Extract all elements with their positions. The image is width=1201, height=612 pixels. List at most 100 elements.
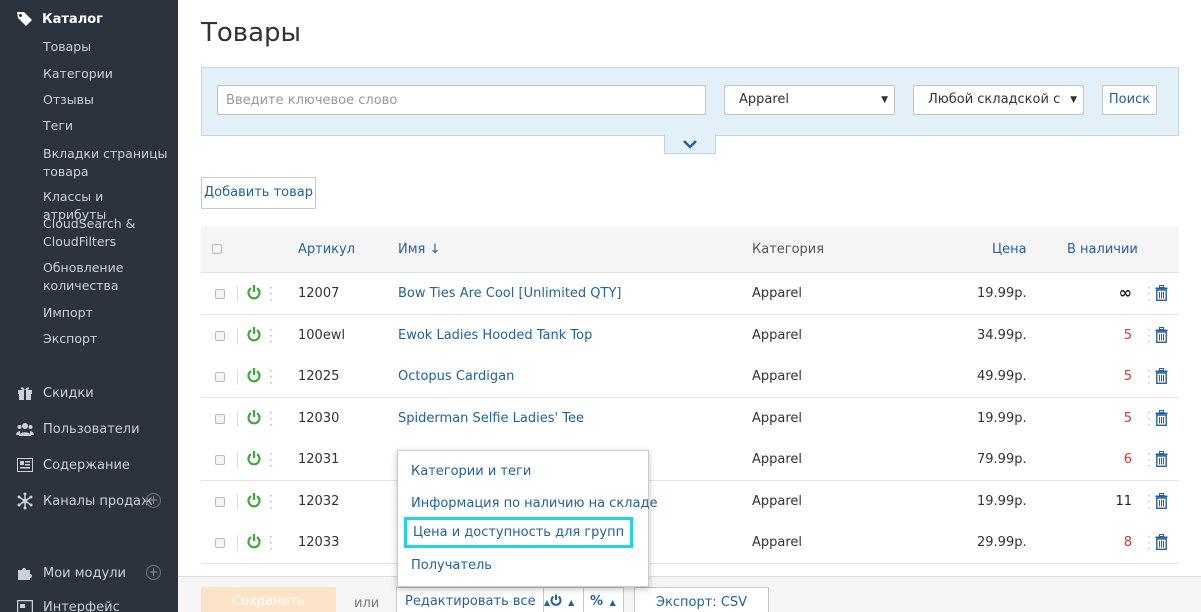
add-module-icon[interactable]: + [146,565,161,580]
stock-cell[interactable]: ∞ [1092,283,1132,302]
edit-all-button[interactable]: Редактировать все ▲ [405,588,550,612]
keyword-search-input[interactable] [217,85,706,115]
row-checkbox[interactable] [215,455,225,465]
sidebar-item-import[interactable]: Импорт [43,304,168,322]
column-sku[interactable]: Артикул [298,242,355,257]
price-cell[interactable]: 49.99р. [977,369,1027,384]
column-price[interactable]: Цена [992,242,1027,257]
sidebar-item-interface[interactable]: Интерфейс [16,598,166,612]
stock-cell[interactable]: 5 [1092,369,1132,384]
price-cell[interactable]: 29.99р. [977,535,1027,550]
row-checkbox[interactable] [215,497,225,507]
trash-icon[interactable] [1155,534,1168,550]
category-filter-value: Apparel [739,92,790,107]
sidebar-item-my-modules[interactable]: Мои модули [16,564,166,582]
save-button[interactable]: Сохранить [201,587,336,612]
sidebar-item-sales-channels[interactable]: Каналы продаж [16,492,166,510]
column-stock[interactable]: В наличии [1067,242,1138,257]
power-icon[interactable] [247,533,261,549]
page-title: Товары [201,18,302,48]
power-icon[interactable] [247,492,261,508]
drag-handle-icon[interactable]: · · · [269,365,273,389]
drag-handle-icon[interactable]: · · · [269,490,273,514]
toggle-status-button[interactable]: ▲ [550,588,574,612]
power-icon[interactable] [247,284,261,300]
drag-handle-icon[interactable]: · · · [269,324,273,348]
menu-item-recipient[interactable]: Получатель [411,558,492,573]
stock-cell[interactable]: 11 [1092,494,1132,509]
product-name-link[interactable]: Octopus Cardigan [398,369,514,384]
sidebar-item-users[interactable]: Пользователи [16,420,166,438]
percent-icon: % [590,594,604,609]
category-cell: Apparel [752,452,803,467]
export-csv-button[interactable]: Экспорт: CSV [634,587,769,612]
sidebar-item-reviews[interactable]: Отзывы [43,91,168,109]
drag-handle-icon[interactable]: · · · [269,407,273,431]
sidebar-item-products[interactable]: Товары [43,38,168,56]
sidebar-item-categories[interactable]: Категории [43,65,168,83]
divider [237,411,238,427]
price-cell[interactable]: 19.99р. [977,411,1027,426]
menu-item-categories-tags[interactable]: Категории и теги [411,464,531,479]
row-checkbox[interactable] [215,331,225,341]
drag-handle-icon: · · · [1147,323,1151,349]
category-cell: Apparel [752,535,803,550]
trash-icon[interactable] [1155,493,1168,509]
trash-icon[interactable] [1155,451,1168,467]
drag-handle-icon[interactable]: · · · [269,531,273,555]
power-icon[interactable] [247,367,261,383]
stock-cell[interactable]: 5 [1092,411,1132,426]
sidebar-catalog-label: Каталог [42,11,103,27]
expand-filters-button[interactable] [664,134,716,154]
sidebar-interface-label: Интерфейс [43,599,120,612]
search-button[interactable]: Поиск [1102,85,1157,115]
stock-cell[interactable]: 5 [1092,328,1132,343]
discount-button[interactable]: % ▲ [590,588,616,612]
menu-item-stock-info[interactable]: Информация по наличию на складе [411,496,657,511]
trash-icon[interactable] [1155,368,1168,384]
stock-filter-select[interactable]: Любой складской с ▼ [913,85,1084,115]
puzzle-icon [16,564,34,582]
trash-icon[interactable] [1155,285,1168,301]
table-row: · · · 12032 Apparel 19.99р. 11 · · · [201,481,1179,523]
divider [237,452,238,468]
drag-handle-icon[interactable]: · · · [269,282,273,306]
select-all-checkbox[interactable] [212,244,222,254]
drag-handle-icon: · · · [1147,489,1151,515]
stock-cell[interactable]: 8 [1092,535,1132,550]
price-cell[interactable]: 79.99р. [977,452,1027,467]
column-name[interactable]: Имя ↓ [398,242,440,257]
sidebar-item-cloudsearch[interactable]: CloudSearch & CloudFilters [43,215,168,251]
product-name-link[interactable]: Ewok Ladies Hooded Tank Top [398,328,592,343]
sidebar-content-label: Содержание [43,457,130,473]
sidebar-item-quantity-update[interactable]: Обновление количества [43,259,168,295]
row-checkbox[interactable] [215,538,225,548]
power-icon[interactable] [247,326,261,342]
row-checkbox[interactable] [215,414,225,424]
sidebar-item-export[interactable]: Экспорт [43,330,168,348]
sidebar-item-tags[interactable]: Теги [43,117,168,135]
add-channel-icon[interactable]: + [146,493,161,508]
price-cell[interactable]: 19.99р. [977,494,1027,509]
trash-icon[interactable] [1155,327,1168,343]
row-checkbox[interactable] [215,372,225,382]
table-header: Артикул Имя ↓ Категория Цена В наличии [201,227,1179,273]
row-checkbox[interactable] [215,289,225,299]
power-icon[interactable] [247,409,261,425]
sidebar-catalog-header[interactable]: Каталог [16,11,103,27]
price-cell[interactable]: 19.99р. [977,286,1027,301]
product-name-link[interactable]: Spiderman Selfie Ladies' Tee [398,411,584,426]
menu-item-group-pricing[interactable]: Цена и доступность для групп [404,517,634,548]
category-filter-select[interactable]: Apparel ▼ [724,85,895,115]
stock-cell[interactable]: 6 [1092,452,1132,467]
price-cell[interactable]: 34.99р. [977,328,1027,343]
sidebar-item-discounts[interactable]: Скидки [16,384,166,402]
trash-icon[interactable] [1155,410,1168,426]
drag-handle-icon[interactable]: · · · [269,448,273,472]
caret-up-icon: ▲ [609,598,616,607]
power-icon[interactable] [247,450,261,466]
sidebar-item-product-tabs[interactable]: Вкладки страницы товара [43,145,168,181]
sidebar-item-content[interactable]: Содержание [16,456,166,474]
product-name-link[interactable]: Bow Ties Are Cool [Unlimited QTY] [398,286,622,301]
add-product-button[interactable]: Добавить товар [201,177,316,209]
